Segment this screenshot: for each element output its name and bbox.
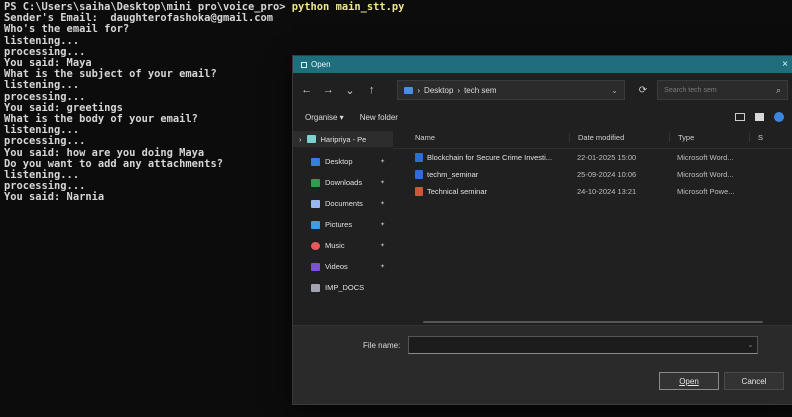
nav-item-label: Pictures: [325, 220, 353, 229]
chevron-down-icon[interactable]: ⌄: [747, 341, 753, 349]
forward-arrow-icon[interactable]: →: [323, 84, 335, 96]
column-headers: Name Date modified Type S: [393, 127, 792, 149]
nav-item-imp-docs[interactable]: IMP_DOCS: [293, 277, 393, 298]
file-name-label: File name:: [363, 340, 401, 350]
nav-item-label: Videos: [325, 262, 348, 271]
window-icon: [301, 61, 307, 68]
file-type: Microsoft Powe...: [677, 187, 735, 196]
pin-icon: ✦: [379, 264, 385, 270]
dialog-title: Open: [311, 60, 331, 69]
nav-item-onedrive[interactable]: › Haripriya - Pe: [293, 131, 393, 147]
pin-icon: ✦: [379, 222, 385, 228]
nav-item-music[interactable]: Music ✦: [293, 235, 393, 256]
nav-item-label: Desktop: [325, 157, 353, 166]
download-icon: [311, 178, 320, 187]
cancel-button[interactable]: Cancel: [724, 372, 784, 390]
nav-item-videos[interactable]: Videos ✦: [293, 256, 393, 277]
navigation-pane[interactable]: › Haripriya - Pe Desktop ✦ Downloads ✦ D…: [293, 127, 393, 327]
preview-pane-icon[interactable]: [755, 113, 764, 121]
dialog-footer: File name: ⌄ Open Cancel: [293, 325, 792, 404]
file-name: techm_seminar: [427, 170, 479, 179]
nav-item-desktop[interactable]: Desktop ✦: [293, 151, 393, 172]
column-header-name[interactable]: Name: [393, 133, 569, 142]
nav-item-label: Downloads: [325, 178, 363, 187]
navigation-bar: ← → ⌄ ↑ › Desktop › tech sem ⌄ ⟳ Search …: [293, 73, 792, 107]
nav-item-pictures[interactable]: Pictures ✦: [293, 214, 393, 235]
word-document-icon: [415, 153, 423, 162]
breadcrumb-tech-sem[interactable]: tech sem: [464, 86, 496, 95]
nav-item-documents[interactable]: Documents ✦: [293, 193, 393, 214]
file-date: 22-01-2025 15:00: [577, 153, 637, 162]
view-options-icon[interactable]: [735, 113, 745, 121]
pin-icon: ✦: [379, 243, 385, 249]
powerpoint-icon: [415, 187, 423, 196]
breadcrumb-separator: ›: [457, 85, 461, 95]
file-name: Blockchain for Secure Crime Investi...: [427, 153, 553, 162]
pin-icon: ✦: [379, 180, 385, 186]
open-file-dialog: Open × ← → ⌄ ↑ › Desktop › tech sem ⌄ ⟳ …: [292, 55, 792, 405]
breadcrumb-desktop[interactable]: Desktop: [424, 86, 453, 95]
breadcrumb-separator: ›: [417, 85, 421, 95]
address-bar[interactable]: › Desktop › tech sem ⌄: [397, 80, 625, 100]
folder-icon: [404, 86, 414, 94]
pin-icon: ✦: [379, 201, 385, 207]
organise-menu-button[interactable]: Organise ▾: [305, 113, 344, 122]
column-header-date-modified[interactable]: Date modified: [569, 133, 669, 142]
expand-chevron-icon[interactable]: ›: [299, 135, 302, 144]
nav-item-label: IMP_DOCS: [325, 283, 365, 292]
recent-locations-chevron-icon[interactable]: ⌄: [344, 84, 356, 97]
file-name-input[interactable]: ⌄: [408, 336, 759, 354]
word-document-icon: [415, 170, 423, 179]
up-arrow-icon[interactable]: ↑: [366, 84, 378, 96]
search-input[interactable]: Search tech sem ⌕: [657, 80, 789, 100]
terminal-line: Who's the email for?: [4, 23, 130, 36]
terminal-line: listening...: [4, 34, 80, 47]
refresh-icon[interactable]: ⟳: [639, 85, 647, 96]
file-date: 24-10-2024 13:21: [577, 187, 637, 196]
file-name: Technical seminar: [427, 187, 488, 196]
back-arrow-icon[interactable]: ←: [301, 84, 313, 96]
search-placeholder: Search tech sem: [664, 86, 717, 94]
file-type: Microsoft Word...: [677, 170, 734, 179]
file-row[interactable]: techm_seminar 25-09-2024 10:06 Microsoft…: [393, 166, 792, 183]
documents-icon: [311, 199, 320, 208]
open-button[interactable]: Open: [659, 372, 719, 390]
search-icon: ⌕: [775, 84, 782, 95]
file-list[interactable]: Name Date modified Type S Blockchain for…: [393, 127, 792, 327]
nav-item-downloads[interactable]: Downloads ✦: [293, 172, 393, 193]
cloud-folder-icon: [306, 135, 316, 143]
dialog-body: › Haripriya - Pe Desktop ✦ Downloads ✦ D…: [293, 127, 792, 327]
column-header-size[interactable]: S: [749, 133, 763, 142]
command-bar: Organise ▾ New folder: [293, 107, 792, 127]
new-folder-button[interactable]: New folder: [360, 113, 398, 122]
desktop-icon: [311, 157, 320, 166]
column-header-type[interactable]: Type: [669, 133, 749, 142]
file-name-row: File name: ⌄: [363, 336, 759, 354]
dialog-titlebar[interactable]: Open ×: [293, 56, 792, 73]
address-dropdown-chevron-icon[interactable]: ⌄: [611, 86, 618, 95]
nav-item-label: Haripriya - Pe: [320, 134, 367, 144]
nav-item-label: Music: [325, 241, 345, 250]
music-icon: [311, 241, 320, 250]
file-date: 25-09-2024 10:06: [577, 170, 637, 179]
terminal-command: python main_stt.py: [291, 1, 405, 13]
videos-icon: [311, 262, 320, 271]
file-type: Microsoft Word...: [677, 153, 734, 162]
nav-item-label: Documents: [325, 199, 363, 208]
pictures-icon: [311, 220, 320, 229]
file-row[interactable]: Technical seminar 24-10-2024 13:21 Micro…: [393, 183, 792, 200]
file-row[interactable]: Blockchain for Secure Crime Investi... 2…: [393, 149, 792, 166]
close-icon[interactable]: ×: [782, 59, 788, 70]
help-icon[interactable]: [774, 112, 784, 122]
folder-icon: [311, 283, 320, 292]
terminal-prompt: PS C:\Users\saiha\Desktop\mini pro\voice…: [4, 1, 286, 13]
horizontal-scrollbar[interactable]: [423, 321, 763, 323]
pin-icon: ✦: [379, 159, 385, 165]
